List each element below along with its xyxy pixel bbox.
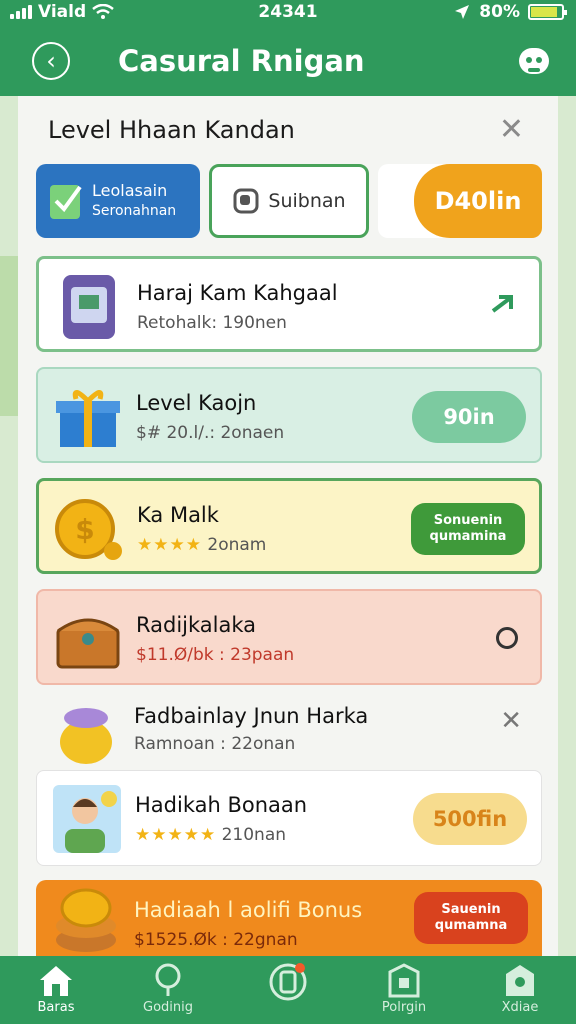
item-sub-text: 2onam [207, 535, 267, 555]
list-item[interactable]: Hadiaah l aolifi Bonus $1525.Øk : 22gnan… [36, 880, 542, 956]
app-bar: ‹ Casural Rnigan [0, 36, 576, 88]
list-item[interactable]: Radijkalaka $11.Ø/bk : 23paan [36, 589, 542, 685]
claim-button-line1: Sonuenin [433, 513, 503, 528]
chevron-left-icon: ‹ [46, 47, 56, 75]
coin-stack-icon [56, 888, 116, 952]
nav-center[interactable] [238, 962, 338, 1022]
nav-godinig[interactable]: Godinig [118, 962, 218, 1022]
chip-suibnan[interactable]: Suibnan [209, 164, 369, 238]
chip-suibnan-label: Suibnan [268, 190, 346, 212]
tablet-icon [63, 275, 115, 339]
claim-button-line2: qumamna [434, 918, 508, 933]
location-pin-icon [155, 963, 181, 996]
close-icon[interactable]: ✕ [499, 112, 524, 147]
item-sub: Ramnoan : 22onan [134, 734, 296, 754]
phone-badge-icon [269, 963, 307, 1001]
location-icon [455, 5, 470, 19]
level-sheet: Level Hhaan Kandan ✕ Leolasain Seronahna… [18, 96, 558, 956]
price-pill: D40lin [414, 164, 542, 238]
claim-button-line1: Sauenin [441, 902, 501, 917]
back-button[interactable]: ‹ [32, 42, 70, 80]
chip-leolasain-line2: Seronahnan [92, 203, 177, 219]
item-name: Haraj Kam Kahgaal [137, 281, 338, 305]
price-button[interactable]: 90in [412, 391, 526, 443]
status-bar: Viald 24341 80% [0, 0, 576, 28]
copy-icon [233, 188, 259, 214]
profile-icon[interactable] [516, 42, 552, 78]
avatar [53, 785, 121, 853]
nav-xdiae-label: Xdiae [501, 1000, 539, 1015]
list-item[interactable]: Level Kaojn $# 20.l/.: 2onaen 90in [36, 367, 542, 463]
arrow-right-icon[interactable] [489, 293, 517, 317]
price-button[interactable]: 500fin [413, 793, 527, 845]
list-item[interactable]: $ Ka Malk ★★★★ 2onam Sonuenin qumamina [36, 478, 542, 574]
item-sub: $# 20.l/.: 2onaen [136, 423, 285, 443]
gift-box-icon [56, 390, 120, 447]
treasure-chest-icon [56, 618, 120, 669]
item-name: Hadikah Bonaan [135, 793, 308, 817]
battery-percent: 80% [479, 2, 520, 22]
nav-godinig-label: Godinig [143, 1000, 193, 1015]
bottom-nav: Baras Godinig Polrgin Xdiae [0, 956, 576, 1024]
nav-home-label: Baras [37, 1000, 75, 1015]
item-name: Level Kaojn [136, 391, 257, 415]
item-sub: $1525.Øk : 22gnan [134, 930, 298, 950]
nav-home[interactable]: Baras [6, 962, 106, 1022]
item-name: Radijkalaka [136, 613, 257, 637]
home-icon [40, 966, 72, 996]
item-sub: $11.Ø/bk : 23paan [136, 645, 295, 665]
star-rating: ★★★★ [137, 535, 202, 555]
list-item[interactable]: Fadbainlay Jnun Harka Ramnoan : 22onan ✕ [36, 700, 542, 766]
honey-pot-icon [60, 708, 112, 764]
chip-leolasain-line1: Leolasain [92, 181, 168, 200]
building-icon [388, 963, 420, 998]
svg-text:$: $ [75, 513, 94, 546]
item-sub-text: 210nan [221, 825, 287, 845]
item-name: Fadbainlay Jnun Harka [134, 704, 369, 728]
coin-icon: $ [55, 499, 122, 560]
page-title: Casural Rnigan [118, 44, 365, 78]
claim-button[interactable]: Sauenin qumamna [414, 892, 528, 944]
checklist-icon [50, 185, 82, 219]
top-bar: Viald 24341 80% ‹ Casural Rnigan [0, 0, 576, 96]
item-sub: Retohalk: 190nen [137, 313, 287, 333]
item-sub: ★★★★★ 210nan [135, 825, 286, 845]
shop-icon [506, 965, 534, 996]
close-icon[interactable]: ✕ [500, 706, 522, 736]
radio-button[interactable] [496, 627, 518, 649]
chip-leolasain[interactable]: Leolasain Seronahnan [36, 164, 200, 238]
sheet-title: Level Hhaan Kandan [48, 116, 295, 144]
filter-chips: Leolasain Seronahnan Suibnan D40lin [36, 164, 542, 238]
nav-polrgin[interactable]: Polrgin [354, 962, 454, 1022]
list-item[interactable]: Haraj Kam Kahgaal Retohalk: 190nen [36, 256, 542, 352]
item-name: Ka Malk [137, 503, 219, 527]
item-name: Hadiaah l aolifi Bonus [134, 898, 363, 922]
item-sub: ★★★★ 2onam [137, 535, 266, 555]
nav-xdiae[interactable]: Xdiae [470, 962, 570, 1022]
chip-price[interactable]: D40lin [378, 164, 542, 238]
battery-icon [528, 4, 567, 20]
claim-button-line2: qumamina [429, 529, 507, 544]
nav-polrgin-label: Polrgin [381, 1000, 427, 1015]
claim-button[interactable]: Sonuenin qumamina [411, 503, 525, 555]
star-rating: ★★★★★ [135, 825, 217, 845]
background-decoration-left [0, 96, 20, 956]
list-item[interactable]: Hadikah Bonaan ★★★★★ 210nan 500fin [36, 770, 542, 866]
